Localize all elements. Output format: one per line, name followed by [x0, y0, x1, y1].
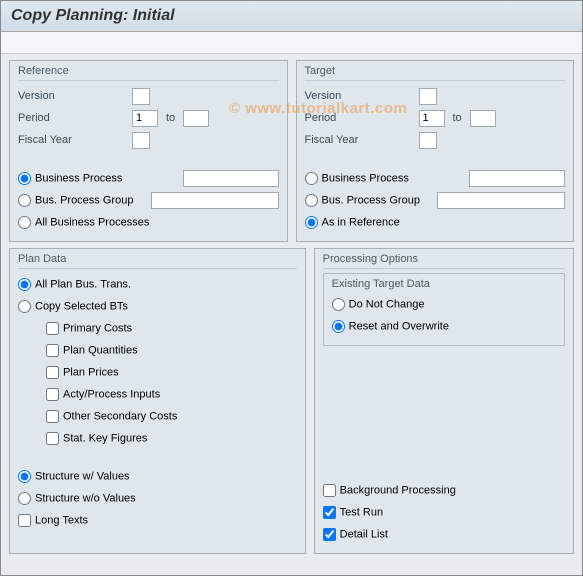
tgt-version-input[interactable]: [419, 88, 437, 105]
ref-fiscal-label: Fiscal Year: [18, 134, 128, 146]
cb-primary[interactable]: [46, 322, 59, 335]
etd-rao-radio-label[interactable]: Reset and Overwrite: [332, 320, 449, 333]
tgt-bpg-input[interactable]: [437, 192, 565, 209]
cb-detail[interactable]: [323, 528, 336, 541]
ref-all-radio-label[interactable]: All Business Processes: [18, 216, 149, 229]
tgt-bpg-radio-label[interactable]: Bus. Process Group: [305, 194, 420, 207]
plan-title: Plan Data: [18, 253, 297, 269]
etd-dnc-radio[interactable]: [332, 298, 345, 311]
ref-bp-radio[interactable]: [18, 172, 31, 185]
ref-period-from-input[interactable]: [132, 110, 158, 127]
tgt-bpg-radio[interactable]: [305, 194, 318, 207]
ref-to-label: to: [162, 112, 179, 124]
cb-prices[interactable]: [46, 366, 59, 379]
plan-sel-radio[interactable]: [18, 300, 31, 313]
tgt-fiscal-label: Fiscal Year: [305, 134, 415, 146]
ref-bpg-radio[interactable]: [18, 194, 31, 207]
plan-snv-radio-label[interactable]: Structure w/o Values: [18, 492, 136, 505]
existing-target-data-box: Existing Target Data Do Not Change Reset…: [323, 273, 565, 346]
cb-acty-label[interactable]: Acty/Process Inputs: [46, 388, 160, 401]
tgt-to-label: to: [449, 112, 466, 124]
etd-title: Existing Target Data: [332, 278, 556, 290]
tgt-asref-radio[interactable]: [305, 216, 318, 229]
cb-bg[interactable]: [323, 484, 336, 497]
plan-snv-radio[interactable]: [18, 492, 31, 505]
plan-sv-radio-label[interactable]: Structure w/ Values: [18, 470, 130, 483]
cb-long-label[interactable]: Long Texts: [18, 514, 88, 527]
proc-title: Processing Options: [323, 253, 565, 269]
tgt-bp-input[interactable]: [469, 170, 565, 187]
plan-all-radio[interactable]: [18, 278, 31, 291]
cb-detail-label[interactable]: Detail List: [323, 528, 388, 541]
ref-version-input[interactable]: [132, 88, 150, 105]
ref-version-label: Version: [18, 90, 128, 102]
cb-primary-label[interactable]: Primary Costs: [46, 322, 132, 335]
cb-skf[interactable]: [46, 432, 59, 445]
tgt-period-to-input[interactable]: [470, 110, 496, 127]
tgt-version-label: Version: [305, 90, 415, 102]
cb-test-label[interactable]: Test Run: [323, 506, 383, 519]
ref-bp-input[interactable]: [183, 170, 279, 187]
cb-othsec[interactable]: [46, 410, 59, 423]
tgt-bp-radio-label[interactable]: Business Process: [305, 172, 409, 185]
cb-othsec-label[interactable]: Other Secondary Costs: [46, 410, 177, 423]
plan-data-panel: Plan Data All Plan Bus. Trans. Copy Sele…: [9, 248, 306, 554]
plan-sv-radio[interactable]: [18, 470, 31, 483]
tgt-period-label: Period: [305, 112, 415, 124]
ref-all-radio[interactable]: [18, 216, 31, 229]
target-title: Target: [305, 65, 566, 81]
tgt-fiscal-input[interactable]: [419, 132, 437, 149]
cb-qty[interactable]: [46, 344, 59, 357]
content-area: © www.tutorialkart.com Reference Version…: [1, 54, 582, 566]
plan-sel-radio-label[interactable]: Copy Selected BTs: [18, 300, 128, 313]
tgt-period-from-input[interactable]: [419, 110, 445, 127]
ref-bp-radio-label[interactable]: Business Process: [18, 172, 122, 185]
processing-options-panel: Processing Options Existing Target Data …: [314, 248, 574, 554]
target-panel: Target Version Period to Fiscal Year: [296, 60, 575, 242]
page-title: Copy Planning: Initial: [1, 1, 582, 32]
etd-dnc-radio-label[interactable]: Do Not Change: [332, 298, 425, 311]
cb-acty[interactable]: [46, 388, 59, 401]
cb-prices-label[interactable]: Plan Prices: [46, 366, 119, 379]
reference-panel: Reference Version Period to Fiscal Year: [9, 60, 288, 242]
etd-rao-radio[interactable]: [332, 320, 345, 333]
cb-bg-label[interactable]: Background Processing: [323, 484, 456, 497]
toolbar: [1, 32, 582, 54]
reference-title: Reference: [18, 65, 279, 81]
ref-period-to-input[interactable]: [183, 110, 209, 127]
ref-bpg-radio-label[interactable]: Bus. Process Group: [18, 194, 133, 207]
plan-all-radio-label[interactable]: All Plan Bus. Trans.: [18, 278, 131, 291]
main-window: Copy Planning: Initial © www.tutorialkar…: [0, 0, 583, 576]
tgt-bp-radio[interactable]: [305, 172, 318, 185]
tgt-asref-radio-label[interactable]: As in Reference: [305, 216, 400, 229]
cb-test[interactable]: [323, 506, 336, 519]
ref-bpg-input[interactable]: [151, 192, 279, 209]
cb-long[interactable]: [18, 514, 31, 527]
cb-qty-label[interactable]: Plan Quantities: [46, 344, 138, 357]
cb-skf-label[interactable]: Stat. Key Figures: [46, 432, 147, 445]
ref-fiscal-input[interactable]: [132, 132, 150, 149]
ref-period-label: Period: [18, 112, 128, 124]
